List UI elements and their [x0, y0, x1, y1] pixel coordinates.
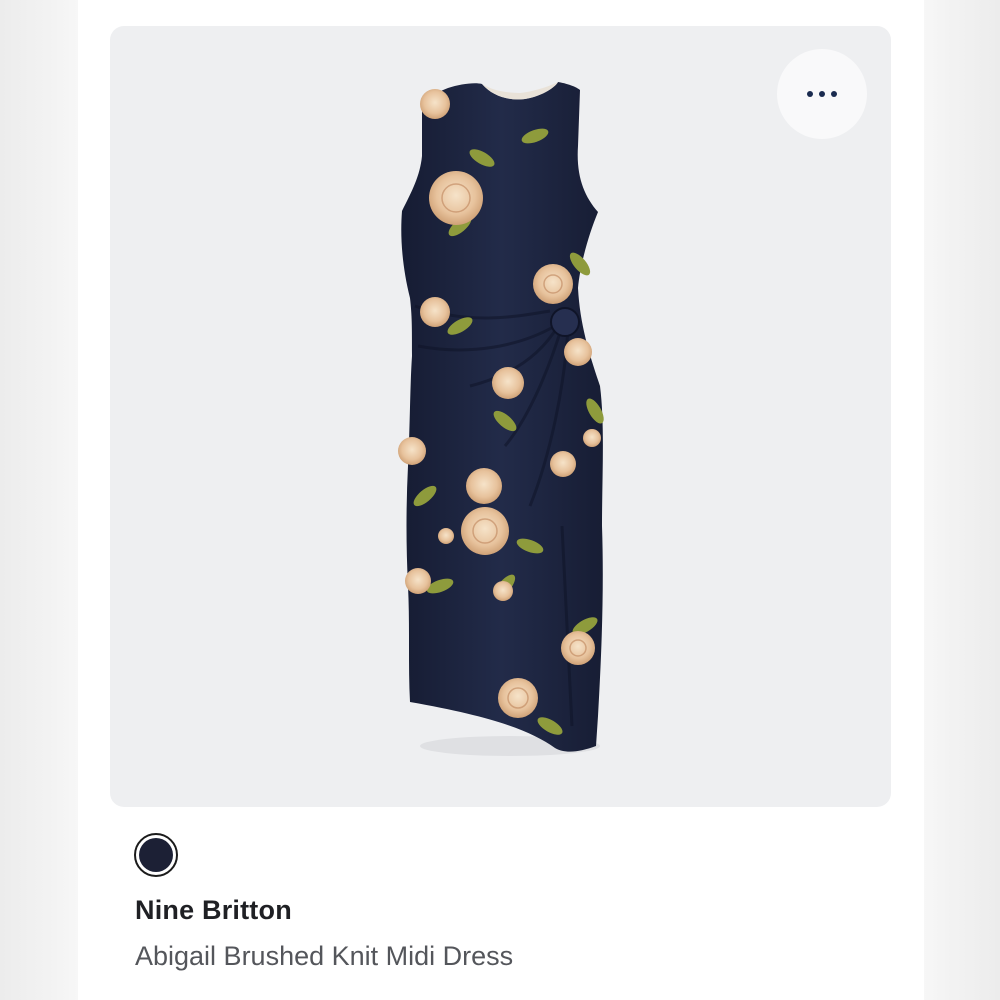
- product-image-panel[interactable]: [110, 26, 891, 807]
- more-options-button[interactable]: [777, 49, 867, 139]
- more-horizontal-icon: [807, 91, 837, 97]
- product-image[interactable]: [110, 26, 891, 807]
- product-brand: Nine Britton: [135, 895, 292, 925]
- background-right: [924, 0, 1000, 1000]
- color-swatch-fill: [139, 838, 173, 872]
- product-title[interactable]: Abigail Brushed Knit Midi Dress: [135, 941, 513, 972]
- product-card[interactable]: Nine Britton Abigail Brushed Knit Midi D…: [78, 0, 924, 1000]
- twist-knot: [550, 307, 580, 337]
- background-left: [0, 0, 78, 1000]
- color-swatch-navy[interactable]: [134, 833, 178, 877]
